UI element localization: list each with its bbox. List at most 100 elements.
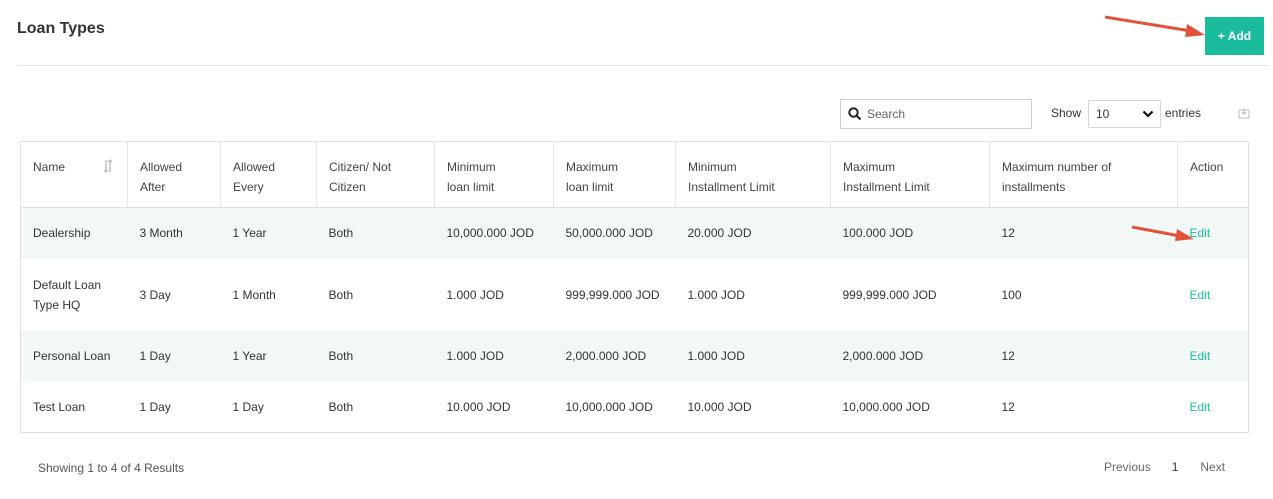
column-header-label: Minimum bbox=[688, 160, 737, 174]
cell-citizen: Both bbox=[328, 349, 354, 363]
column-header-label: loan limit bbox=[447, 180, 495, 194]
cell-min-loan: 10.000 JOD bbox=[446, 399, 511, 414]
search-icon bbox=[848, 107, 862, 121]
edit-link[interactable]: Edit bbox=[1190, 349, 1211, 363]
chevron-down-icon bbox=[1142, 110, 1154, 118]
column-header-allowed-every[interactable]: Allowed Every bbox=[220, 141, 317, 208]
cell-text: Personal Loan bbox=[33, 349, 111, 363]
cell-max-loan: 999,999.000 JOD bbox=[565, 287, 660, 302]
header-divider bbox=[17, 65, 1269, 66]
column-header-action: Action bbox=[1177, 141, 1249, 208]
column-header-label: Name bbox=[33, 160, 66, 174]
column-header-label: Maximum bbox=[843, 160, 896, 174]
edit-link[interactable]: Edit bbox=[1190, 288, 1211, 302]
cell-min-installment: 20.000 JOD bbox=[687, 226, 752, 241]
column-header-min-loan[interactable]: Minimum loan limit bbox=[434, 141, 554, 208]
add-loan-type-button[interactable]: + Add bbox=[1205, 17, 1264, 55]
column-header-label: Maximum number of bbox=[1002, 160, 1112, 174]
cell-max-installments-count: 100 bbox=[1001, 287, 1022, 302]
column-header-max-installment[interactable]: Maximum Installment Limit bbox=[830, 141, 990, 208]
cell-allowed-after: 1 Day bbox=[139, 399, 171, 414]
table-row: Dealership 3 Month 1 Year Both 10,000.00… bbox=[20, 207, 1249, 259]
cell-max-installment: 10,000.000 JOD bbox=[842, 399, 930, 414]
table-row: Default Loan Type HQ 3 Day 1 Month Both 1… bbox=[21, 259, 1249, 331]
search-input[interactable] bbox=[867, 107, 1017, 121]
cell-allowed-after: 3 Month bbox=[139, 226, 183, 241]
column-header-label: Allowed bbox=[233, 160, 276, 174]
annotation-arrow-add bbox=[1104, 15, 1205, 37]
column-header-min-installment[interactable]: Minimum Installment Limit bbox=[675, 141, 831, 208]
cell-text: Default Loan bbox=[33, 277, 102, 292]
sort-icon[interactable] bbox=[103, 159, 113, 173]
results-summary: Showing 1 to 4 of 4 Results bbox=[38, 461, 185, 475]
cell-text: Dealership bbox=[33, 226, 91, 241]
cell-max-loan: 2,000.000 JOD bbox=[565, 349, 647, 363]
column-header-label: loan limit bbox=[566, 180, 614, 194]
cell-max-installment: 2,000.000 JOD bbox=[842, 349, 924, 363]
entries-select-value: 10 bbox=[1096, 107, 1110, 121]
cell-max-installment: 999,999.000 JOD bbox=[842, 287, 937, 302]
cell-allowed-after: 3 Day bbox=[139, 287, 171, 302]
show-label: Show bbox=[1051, 106, 1082, 120]
cell-min-loan: 1.000 JOD bbox=[446, 287, 504, 302]
column-header-label: Action bbox=[1190, 160, 1224, 174]
cell-citizen: Both bbox=[328, 226, 354, 241]
previous-page-button[interactable]: Previous bbox=[1104, 460, 1151, 474]
cell-citizen: Both bbox=[328, 287, 354, 302]
column-header-label: Minimum bbox=[447, 160, 496, 174]
annotation-arrow-edit bbox=[1131, 225, 1194, 241]
pagination: Previous 1 Next bbox=[1104, 460, 1225, 474]
cell-text: Test Loan bbox=[33, 399, 86, 414]
cell-action: Edit bbox=[1178, 331, 1249, 382]
column-header-label: Installment Limit bbox=[843, 180, 930, 194]
column-header-allowed-after[interactable]: Allowed After bbox=[127, 141, 221, 208]
next-page-button[interactable]: Next bbox=[1200, 460, 1225, 474]
column-header-name[interactable]: Name bbox=[20, 141, 128, 208]
table-row: Personal Loan 1 Day 1 Year Both 1.000 JO… bbox=[20, 330, 1249, 382]
column-header-label: Citizen/ Not bbox=[329, 160, 392, 174]
search-box[interactable] bbox=[840, 99, 1032, 129]
table-header-row: Name Allowed After Allowed Every Citizen/ … bbox=[20, 141, 1249, 208]
cell-citizen: Both bbox=[328, 399, 354, 414]
column-header-label: Every bbox=[233, 180, 264, 194]
column-header-label: After bbox=[140, 180, 166, 194]
column-header-label: Citizen bbox=[329, 180, 366, 194]
cell-action: Edit bbox=[1178, 382, 1249, 433]
entries-select[interactable]: 10 bbox=[1088, 100, 1161, 128]
cell-name: Personal Loan bbox=[21, 331, 128, 382]
cell-min-installment: 1.000 JOD bbox=[687, 287, 745, 302]
cell-allowed-every: 1 Month bbox=[232, 287, 276, 302]
table-row: Test Loan 1 Day 1 Day Both 10.000 JOD 10… bbox=[21, 382, 1249, 433]
cell-min-loan: 1.000 JOD bbox=[446, 349, 504, 363]
cell-allowed-every: 1 Year bbox=[232, 226, 267, 241]
cell-name: Dealership bbox=[21, 208, 128, 259]
cell-max-installments-count: 12 bbox=[1001, 349, 1015, 363]
cell-allowed-after: 1 Day bbox=[139, 349, 171, 363]
cell-min-installment: 10.000 JOD bbox=[687, 399, 752, 414]
export-icon[interactable] bbox=[1238, 107, 1250, 119]
cell-max-installments-count: 12 bbox=[1001, 399, 1015, 414]
column-header-label: Maximum bbox=[566, 160, 619, 174]
cell-text: Type HQ bbox=[33, 297, 81, 312]
cell-max-loan: 50,000.000 JOD bbox=[565, 226, 653, 241]
cell-min-loan: 10,000.000 JOD bbox=[446, 226, 534, 241]
column-header-max-loan[interactable]: Maximum loan limit bbox=[553, 141, 676, 208]
cell-allowed-every: 1 Year bbox=[232, 349, 267, 363]
column-header-label: installments bbox=[1002, 180, 1066, 194]
page-title: Loan Types bbox=[17, 20, 105, 37]
entries-label: entries bbox=[1165, 106, 1202, 120]
loan-types-table: Name Allowed After Allowed Every Citizen/ … bbox=[20, 141, 1249, 433]
column-header-max-installments-count[interactable]: Maximum number of installments bbox=[989, 141, 1178, 208]
cell-name: Test Loan bbox=[21, 382, 128, 433]
cell-allowed-every: 1 Day bbox=[232, 399, 264, 414]
cell-min-installment: 1.000 JOD bbox=[687, 349, 745, 363]
cell-max-installment: 100.000 JOD bbox=[842, 226, 914, 241]
cell-action: Edit bbox=[1178, 259, 1249, 331]
edit-link[interactable]: Edit bbox=[1190, 400, 1211, 414]
page-number-button[interactable]: 1 bbox=[1172, 460, 1179, 474]
column-header-label: Installment Limit bbox=[688, 180, 775, 194]
cell-name: Default Loan Type HQ bbox=[21, 259, 128, 331]
cell-max-loan: 10,000.000 JOD bbox=[565, 399, 653, 414]
column-header-label: Allowed bbox=[140, 160, 183, 174]
column-header-citizen[interactable]: Citizen/ Not Citizen bbox=[316, 141, 435, 208]
